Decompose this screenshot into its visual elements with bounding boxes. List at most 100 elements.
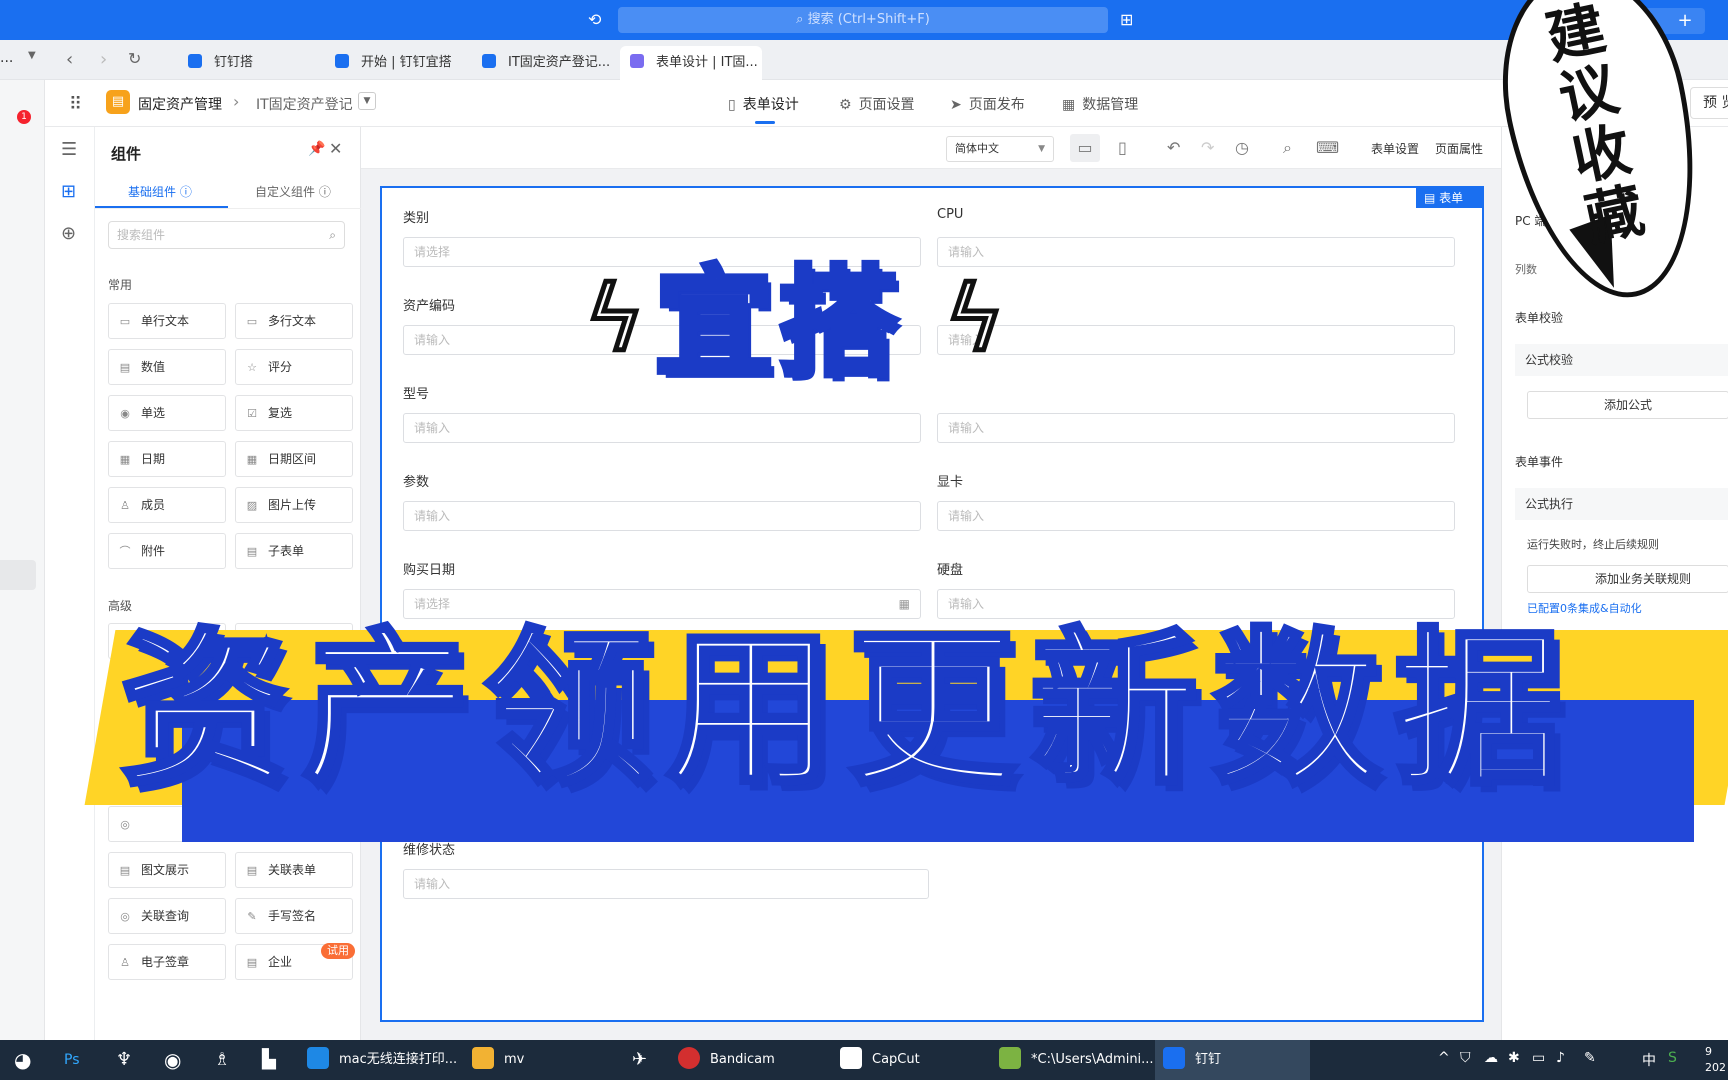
sogou-icon[interactable]: S [1668, 1050, 1677, 1066]
comp-date[interactable]: ▦ 日期 [108, 441, 226, 477]
comp-linked-query[interactable]: ◎ 关联查询 [108, 898, 226, 934]
taskbar-capcut[interactable]: CapCut [840, 1040, 920, 1080]
refresh-icon[interactable]: ↻ [128, 49, 141, 68]
grid-icon[interactable]: ⠿ [69, 94, 82, 115]
comp-image-upload[interactable]: ▨ 图片上传 [235, 487, 353, 523]
comp-single-line-text[interactable]: ▭ 单行文本 [108, 303, 226, 339]
photoshop-icon[interactable]: Ps [64, 1040, 80, 1080]
ime-indicator[interactable]: 中 [1642, 1050, 1656, 1070]
caret-down-icon[interactable]: ▼ [28, 50, 36, 61]
comp-multi-line-text[interactable]: ▭ 多行文本 [235, 303, 353, 339]
start-icon[interactable]: ◕ [14, 1040, 31, 1080]
global-search-input[interactable]: ⌕ 搜索 (Ctrl+Shift+F) [618, 7, 1108, 33]
formula-check-row[interactable]: 公式校验 [1515, 344, 1728, 376]
app-icon-2[interactable]: ♗ [214, 1040, 230, 1080]
tab-basic-components[interactable]: 基础组件 ⓘ [128, 183, 192, 200]
notification-badge: 1 [17, 110, 31, 124]
canvas-toolbar: 简体中文 ▼ ▭ ▯ ↶ ↷ ◷ ⌕ ⌨ 表单设置 页面属性 [361, 127, 1501, 169]
preview-button[interactable]: 预 览 [1690, 87, 1728, 119]
taskbar-notepad[interactable]: *C:\Users\Admini... [999, 1040, 1154, 1080]
clock-icon[interactable]: ◷ [1235, 138, 1249, 157]
add-business-rule-button[interactable]: 添加业务关联规则 [1527, 565, 1728, 593]
back-icon[interactable]: ‹ [66, 49, 73, 70]
globe-icon[interactable]: ⊕ [61, 223, 76, 244]
comp-signature[interactable]: ✎ 手写签名 [235, 898, 353, 934]
comp-member[interactable]: ♙ 成员 [108, 487, 226, 523]
pen-icon: ✎ [247, 910, 257, 923]
tab-dingda[interactable]: 钉钉搭 [178, 46, 263, 80]
columns-label: 列数 [1515, 263, 1537, 276]
nav-data-management[interactable]: ▦ 数据管理 [1062, 94, 1138, 114]
components-icon[interactable]: ⊞ [61, 181, 76, 202]
shield-icon[interactable]: ⛉ [1460, 1050, 1471, 1066]
tab-custom-components[interactable]: 自定义组件 ⓘ [255, 183, 331, 200]
comp-number[interactable]: ▤ 数值 [108, 349, 226, 385]
field-repair-status-input[interactable]: 请输入 [403, 869, 929, 899]
volume-icon[interactable]: ♪ [1556, 1050, 1565, 1066]
redo-icon[interactable]: ↷ [1201, 138, 1214, 157]
language-select[interactable]: 简体中文 ▼ [946, 136, 1054, 162]
taskbar-bandicam[interactable]: Bandicam [678, 1040, 775, 1080]
search-icon[interactable]: ⌕ [1283, 138, 1292, 158]
app-icon-1[interactable]: ♆ [116, 1040, 132, 1080]
taskbar-dingtalk[interactable]: 钉钉 [1155, 1040, 1310, 1080]
pen-icon[interactable]: ✎ [1584, 1050, 1596, 1066]
form-settings-link[interactable]: 表单设置 [1371, 140, 1419, 157]
tray-expand-icon[interactable]: ^ [1438, 1050, 1450, 1066]
nav-form-design[interactable]: ▯ 表单设计 [728, 94, 799, 114]
bluetooth-icon[interactable]: ✱ [1508, 1050, 1520, 1066]
page-properties-link[interactable]: 页面属性 [1435, 140, 1483, 157]
field-right-2-input[interactable]: 请输入 [937, 325, 1455, 355]
more-icon[interactable]: ... [0, 50, 13, 66]
breadcrumb-form[interactable]: IT固定资产登记 [256, 94, 353, 114]
taskbar-folder[interactable]: mv [472, 1040, 524, 1080]
close-icon[interactable]: ✕ [329, 139, 342, 158]
pin-icon[interactable]: 📌 [308, 141, 325, 157]
linked-form-icon: ▤ [246, 864, 258, 877]
field-params-input[interactable]: 请输入 [403, 501, 921, 531]
field-right-3-input[interactable]: 请输入 [937, 413, 1455, 443]
wechat-icon[interactable]: ☁ [1484, 1050, 1498, 1066]
history-icon[interactable]: ⟲ [588, 11, 606, 29]
comp-attachment[interactable]: ⌒ 附件 [108, 533, 226, 569]
comp-date-range[interactable]: ▦ 日期区间 [235, 441, 353, 477]
outline-icon[interactable]: ☰ [61, 139, 77, 160]
comp-e-seal[interactable]: ♙ 电子签章 [108, 944, 226, 980]
add-formula-button[interactable]: 添加公式 [1527, 391, 1728, 419]
comp-radio[interactable]: ◉ 单选 [108, 395, 226, 431]
app-icon-3[interactable]: ▙ [262, 1040, 276, 1080]
breadcrumb-app[interactable]: 固定资产管理 [138, 94, 222, 114]
comp-checkbox[interactable]: ☑ 复选 [235, 395, 353, 431]
field-model-input[interactable]: 请输入 [403, 413, 921, 443]
network-icon[interactable]: ▭ [1532, 1050, 1545, 1066]
undo-icon[interactable]: ↶ [1167, 138, 1180, 157]
form-validation-label: 表单校验 [1515, 311, 1564, 325]
chevron-down-icon[interactable]: ▼ [358, 92, 376, 110]
nav-page-settings[interactable]: ⚙ 页面设置 [839, 94, 915, 114]
nav-page-publish[interactable]: ➤ 页面发布 [950, 94, 1025, 114]
comp-rich-display[interactable]: ▤ 图文展示 [108, 852, 226, 888]
tab-form-design[interactable]: 表单设计 | IT固... [620, 46, 762, 80]
comp-sub-form[interactable]: ▤ 子表单 [235, 533, 353, 569]
component-search-input[interactable]: 搜索组件 ⌕ [108, 221, 345, 249]
clock[interactable]: 9 202 [1705, 1044, 1726, 1076]
forward-icon[interactable]: › [100, 49, 107, 70]
comp-rating[interactable]: ☆ 评分 [235, 349, 353, 385]
chrome-icon[interactable]: ◉ [164, 1040, 181, 1080]
taskbar-edge[interactable]: mac无线连接打印... [307, 1040, 457, 1080]
tab-it-asset-register[interactable]: IT固定资产登记... [472, 46, 620, 80]
apps-icon[interactable]: ⊞ [1120, 10, 1133, 29]
yida-title: 宜搭 [652, 251, 904, 395]
new-tab-button[interactable]: + [1665, 8, 1705, 34]
active-nav-indicator [755, 121, 775, 124]
comp-linked-form[interactable]: ▤ 关联表单 [235, 852, 353, 888]
field-cpu-input[interactable]: 请输入 [937, 237, 1455, 267]
tab-start[interactable]: 开始 | 钉钉宜搭 [325, 46, 462, 80]
field-gpu-input[interactable]: 请输入 [937, 501, 1455, 531]
keyboard-icon[interactable]: ⌨ [1316, 138, 1339, 157]
form-badge[interactable]: ▤ 表单 [1416, 188, 1482, 208]
mobile-icon[interactable]: ▯ [1118, 138, 1127, 157]
formula-exec-row[interactable]: 公式执行 [1515, 488, 1728, 520]
app-icon-4[interactable]: ✈ [632, 1040, 647, 1080]
desktop-icon[interactable]: ▭ [1070, 134, 1100, 162]
